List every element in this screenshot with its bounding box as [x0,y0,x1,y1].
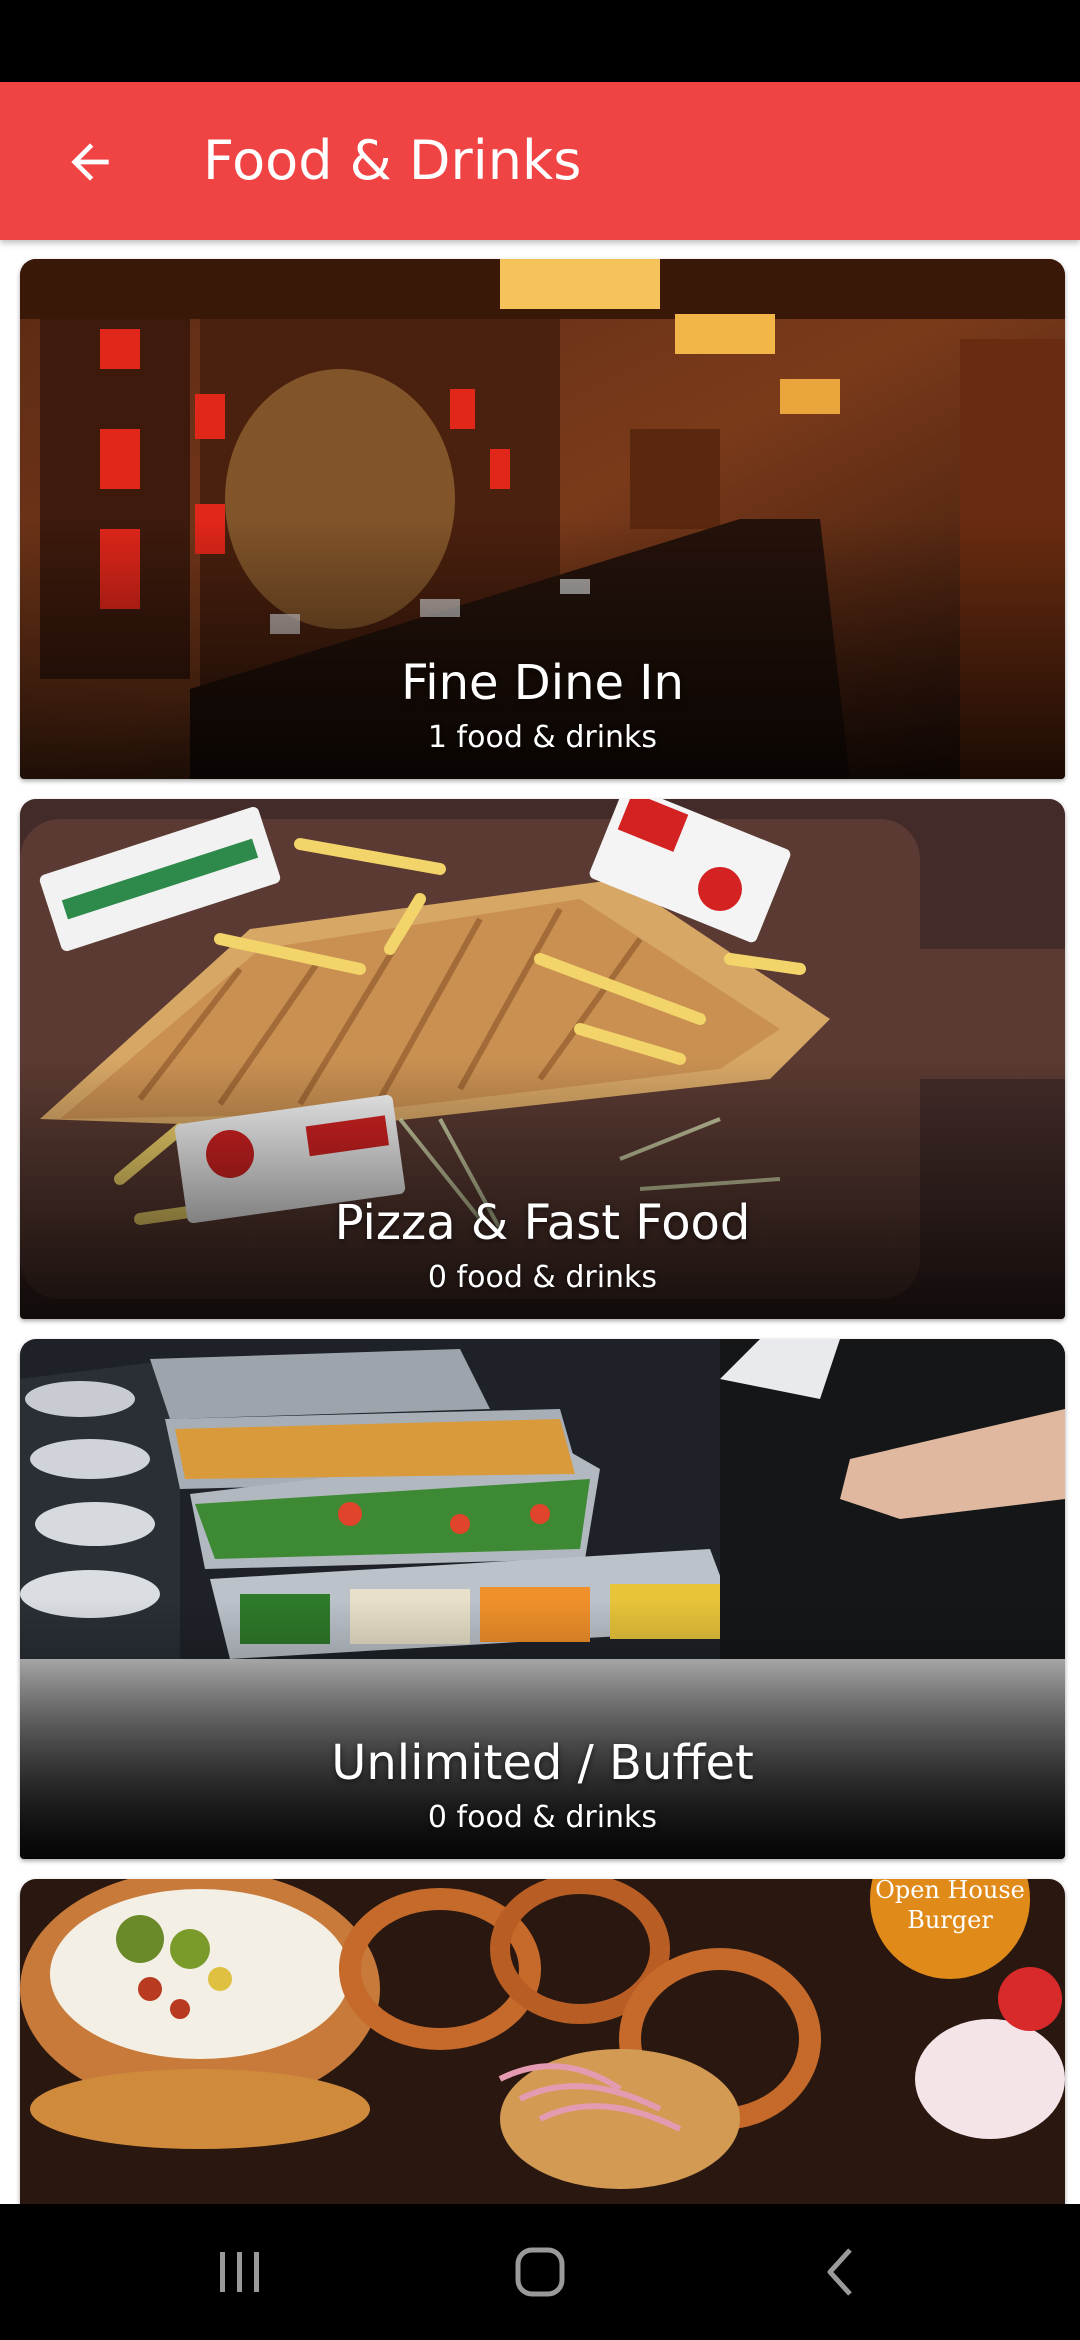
category-list[interactable]: Fine Dine In 1 food & drinks Pizza & Fas… [0,240,1080,2204]
arrow-left-icon [71,143,109,181]
system-nav-bar [0,2204,1080,2340]
status-bar [0,0,1080,82]
category-count: 1 food & drinks [427,720,658,755]
category-title: Unlimited / Buffet [331,1735,754,1791]
home-button[interactable] [490,2234,590,2310]
recents-icon [220,2252,259,2292]
category-card-burger[interactable]: Open House Burger [20,1879,1065,2204]
category-count: 0 food & drinks [427,1800,658,1835]
page-title: Food & Drinks [203,129,582,192]
category-card-fine-dine-in[interactable]: Fine Dine In 1 food & drinks [20,259,1065,779]
recents-button[interactable] [190,2234,290,2310]
category-card-unlimited-buffet[interactable]: Unlimited / Buffet 0 food & drinks [20,1339,1065,1859]
back-button[interactable] [50,124,130,200]
category-card-pizza-fast-food[interactable]: Pizza & Fast Food 0 food & drinks [20,799,1065,1319]
app-bar: Food & Drinks [0,82,1080,240]
category-title: Pizza & Fast Food [334,1195,751,1251]
brand-badge-label: Open House Burger [875,1879,1025,1934]
back-chevron-icon [827,2248,852,2296]
category-count: 0 food & drinks [427,1260,658,1295]
nav-back-button[interactable] [792,2234,892,2310]
category-title: Fine Dine In [401,655,684,711]
home-icon [515,2247,565,2297]
